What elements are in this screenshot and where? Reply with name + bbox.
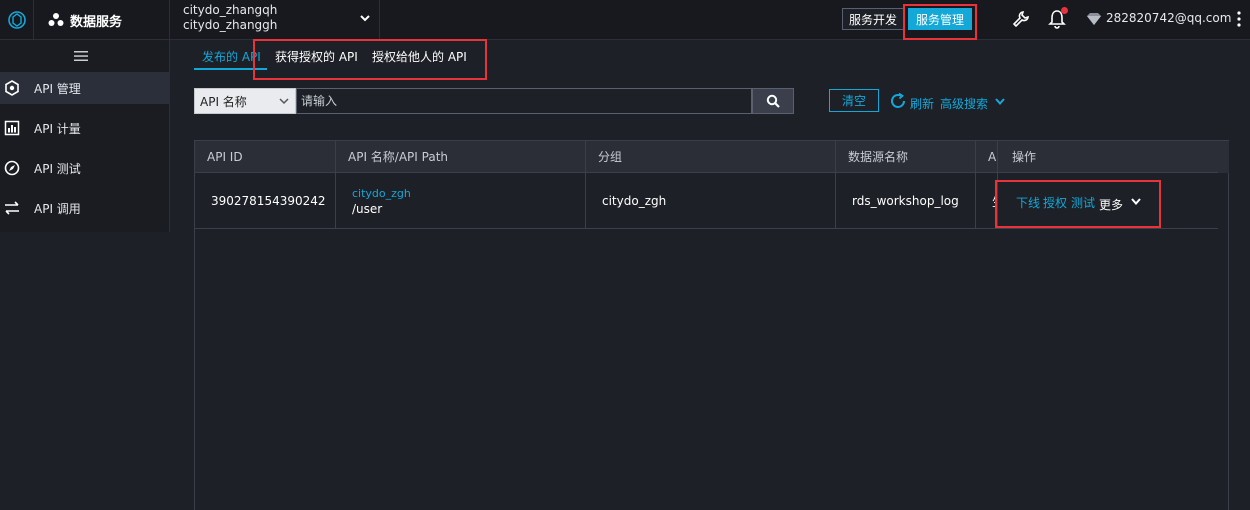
api-name-link[interactable]: citydo_zgh xyxy=(352,186,411,201)
hexagon-icon xyxy=(5,80,19,96)
project-name-line2: citydo_zhanggh xyxy=(183,18,278,32)
tab-authorized-api[interactable]: 获得授权的 API xyxy=(275,48,358,65)
action-authorize[interactable]: 授权 xyxy=(1043,194,1067,211)
search-button[interactable] xyxy=(752,88,794,114)
refresh-icon[interactable] xyxy=(889,92,907,110)
chevron-down-icon xyxy=(360,15,370,22)
vertical-dots-icon[interactable] xyxy=(1236,10,1242,28)
account-email[interactable]: 282820742@qq.com xyxy=(1106,11,1231,25)
compass-icon xyxy=(4,160,20,176)
sidebar-item-api-invocation[interactable]: API 调用 xyxy=(0,192,169,224)
search-type-select[interactable]: API 名称 xyxy=(194,88,296,114)
table-header: API ID API 名称/API Path 分组 数据源名称 AI 操作 xyxy=(195,141,1218,173)
cell-api-id: 390278154390242 xyxy=(195,173,336,229)
service-dev-button[interactable]: 服务开发 xyxy=(842,8,904,30)
column-header-group: 分组 xyxy=(586,141,836,173)
cell-api-name-path: citydo_zgh /user xyxy=(336,173,586,229)
swap-arrows-icon xyxy=(5,201,19,215)
active-tab-indicator xyxy=(194,68,267,70)
api-path: /user xyxy=(352,201,383,216)
column-header-datasource: 数据源名称 xyxy=(836,141,976,173)
refresh-button[interactable]: 刷新 xyxy=(910,95,934,112)
sidebar-item-label: API 测试 xyxy=(34,161,81,176)
column-header-api-name-path: API 名称/API Path xyxy=(336,141,586,173)
project-name-line1: citydo_zhangqh xyxy=(183,3,278,17)
aliyun-dataworks-logo-icon xyxy=(7,11,26,29)
sidebar-item-label: API 调用 xyxy=(34,201,81,216)
search-input[interactable] xyxy=(296,88,752,114)
product-brand[interactable]: 数据服务 xyxy=(34,0,170,40)
cell-truncated: 生 xyxy=(976,173,998,229)
action-more-dropdown[interactable]: 更多 xyxy=(1099,196,1123,213)
hamburger-icon[interactable] xyxy=(74,50,88,62)
chevron-down-icon[interactable] xyxy=(994,97,1006,107)
sidebar-item-api-management[interactable]: API 管理 xyxy=(0,72,169,104)
bar-chart-icon xyxy=(4,120,20,136)
sidebar-item-label: API 管理 xyxy=(34,81,81,96)
chevron-down-icon xyxy=(279,98,289,105)
tab-published-api[interactable]: 发布的 API xyxy=(202,48,261,65)
sidebar-item-api-testing[interactable]: API 测试 xyxy=(0,152,169,184)
cell-datasource: rds_workshop_log xyxy=(836,173,976,229)
notification-badge xyxy=(1061,7,1068,14)
action-offline[interactable]: 下线 xyxy=(1016,194,1040,211)
table-header-scroll-gutter xyxy=(1218,141,1229,173)
column-header-truncated: AI xyxy=(976,141,998,173)
search-icon xyxy=(766,94,780,108)
tab-granted-to-others-api[interactable]: 授权给他人的 API xyxy=(372,48,467,65)
chevron-down-icon[interactable] xyxy=(1130,197,1142,207)
advanced-search-link[interactable]: 高级搜索 xyxy=(940,95,988,112)
search-type-value: API 名称 xyxy=(200,94,247,109)
app-logo[interactable] xyxy=(0,0,34,40)
wrench-icon[interactable] xyxy=(1011,9,1031,29)
top-bar: 数据服务 citydo_zhangqh citydo_zhanggh 服务开发 … xyxy=(0,0,1250,40)
api-table: API ID API 名称/API Path 分组 数据源名称 AI 操作 39… xyxy=(194,140,1229,510)
gem-icon xyxy=(1087,13,1101,25)
service-mgmt-button[interactable]: 服务管理 xyxy=(908,8,972,30)
clear-button[interactable]: 清空 xyxy=(829,89,879,112)
sidebar-item-api-metering[interactable]: API 计量 xyxy=(0,112,169,144)
column-header-actions: 操作 xyxy=(1012,150,1037,164)
data-service-icon xyxy=(48,13,64,26)
project-selector[interactable]: citydo_zhangqh citydo_zhanggh xyxy=(170,0,380,40)
column-header-api-id: API ID xyxy=(195,141,336,173)
cell-group: citydo_zgh xyxy=(586,173,836,229)
sidebar: API 管理 API 计量 API 测试 API 调用 xyxy=(0,40,170,232)
action-test[interactable]: 测试 xyxy=(1071,194,1095,211)
sidebar-item-label: API 计量 xyxy=(34,121,81,136)
brand-label: 数据服务 xyxy=(70,14,123,30)
